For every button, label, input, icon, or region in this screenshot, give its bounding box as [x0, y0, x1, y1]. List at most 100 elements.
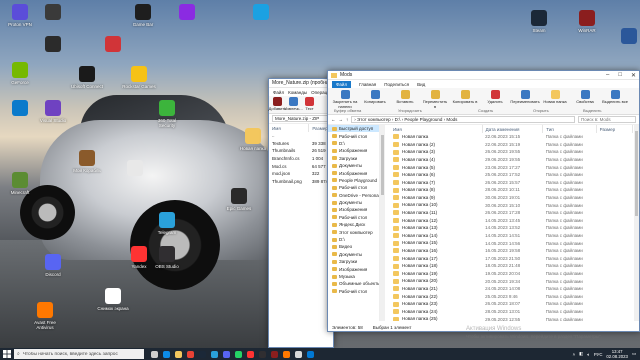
ribbon-button[interactable]: Удалить: [482, 90, 508, 105]
taskbar-yandex-button[interactable]: [244, 348, 256, 360]
taskbar-whatsapp-button[interactable]: [232, 348, 244, 360]
nav-item[interactable]: People Playground: [328, 177, 379, 184]
taskbar-search[interactable]: ⌕ Чтобы начать поиск, введите здесь запр…: [14, 349, 144, 359]
table-row[interactable]: Новая папка (18) 18.05.2023 21:48 Папка с …: [390, 262, 633, 270]
archive-row[interactable]: Thumbnails 26 519: [269, 147, 333, 155]
taskbar-winrar-button[interactable]: [268, 348, 280, 360]
table-row[interactable]: Новая папка (14) 14.05.2023 14:51 Папка с …: [390, 232, 633, 240]
ribbon-button[interactable]: Переместить в: [422, 90, 448, 109]
archive-row[interactable]: Mod.cs 64 577: [269, 162, 333, 170]
table-row[interactable]: Новая папка (13) 14.05.2023 13:52 Папка с …: [390, 224, 633, 232]
archive-menu-commands[interactable]: Команды: [288, 90, 307, 95]
nav-item[interactable]: Загрузки: [328, 155, 379, 162]
desktop-icon[interactable]: [170, 4, 204, 22]
close-icon[interactable]: ✕: [631, 72, 636, 79]
nav-item[interactable]: Изображения: [328, 169, 379, 176]
col-date[interactable]: Дата изменения: [482, 125, 544, 133]
ribbon-button[interactable]: Вставить: [392, 90, 418, 105]
ribbon-button[interactable]: Новая папка: [542, 90, 568, 105]
table-row[interactable]: Новая папка (3) 26.06.2023 19:55 Папка с ф…: [390, 148, 633, 156]
archive-row[interactable]: Thumbnail.png 389 874: [269, 178, 333, 186]
col-name[interactable]: Имя: [390, 125, 483, 133]
desktop-icon[interactable]: Discord: [36, 254, 70, 277]
ribbon-button[interactable]: Копировать: [362, 90, 388, 105]
archive-extract-button[interactable]: Извлечь...: [284, 97, 303, 112]
nav-item[interactable]: Рабочий стол: [328, 184, 379, 191]
ribbon-button[interactable]: Переименовать: [510, 90, 540, 105]
chevron-up-icon[interactable]: ˄: [573, 352, 576, 357]
clock[interactable]: 13:47 02.08.2023: [606, 349, 628, 359]
ribbon-button[interactable]: Выделить все: [602, 90, 628, 105]
tab-file[interactable]: Файл: [332, 80, 352, 88]
col-type[interactable]: Тип: [542, 125, 597, 133]
desktop-icon[interactable]: GeForce: [3, 62, 37, 85]
archive-window[interactable]: More_Nature.zip (пробная копия) Файл Ком…: [268, 78, 334, 348]
desktop-icon[interactable]: Avast Free Antivirus: [28, 302, 62, 330]
table-row[interactable]: Новая папка (4) 29.06.2023 19:55 Папка с ф…: [390, 156, 633, 164]
table-row[interactable]: Новая папка (5) 23.06.2023 17:27 Папка с ф…: [390, 163, 633, 171]
table-row[interactable]: Новая папка (6) 25.06.2023 17:52 Папка с ф…: [390, 171, 633, 179]
desktop-icon[interactable]: Steam: [522, 10, 556, 33]
desktop-icon[interactable]: [36, 4, 70, 22]
tab-share[interactable]: Поделиться: [384, 82, 409, 87]
network-icon[interactable]: ◧: [579, 351, 583, 357]
desktop-icon[interactable]: Ubisoft Connect: [70, 66, 104, 89]
archive-path-bar[interactable]: More_Nature.zip - ZIP: [269, 114, 333, 124]
nav-item[interactable]: Видео: [328, 243, 379, 250]
table-row[interactable]: Новая папка (9) 30.06.2023 19:01 Папка с ф…: [390, 194, 633, 202]
file-list-scrollbar[interactable]: [634, 125, 639, 321]
start-button[interactable]: [0, 348, 14, 360]
archive-titlebar[interactable]: More_Nature.zip (пробная копия): [269, 79, 333, 88]
col-size[interactable]: Размер: [596, 125, 633, 133]
taskbar-people-playground-button[interactable]: [292, 348, 304, 360]
nav-item[interactable]: Изображения: [328, 265, 379, 272]
table-row[interactable]: Новая папка (19) 19.05.2023 20:04 Папка с …: [390, 270, 633, 278]
table-row[interactable]: Новая папка (10) 30.06.2023 15:10 Папка с …: [390, 201, 633, 209]
nav-item[interactable]: D:\: [328, 140, 379, 147]
table-row[interactable]: Новая папка 22.06.2023 15:15 Папка с файла…: [390, 133, 633, 141]
table-row[interactable]: Новая папка (25) 29.05.2023 12:55 Папка с …: [390, 315, 633, 321]
desktop-icon[interactable]: [244, 4, 278, 22]
archive-path[interactable]: More_Nature.zip - ZIP: [272, 115, 330, 122]
table-row[interactable]: Новая папка (16) 16.05.2023 19:58 Папка с …: [390, 247, 633, 255]
nav-item[interactable]: OneDrive - Personal: [328, 192, 379, 199]
taskbar-steam-button[interactable]: [196, 348, 208, 360]
table-row[interactable]: Новая папка (12) 14.05.2023 13:45 Папка с …: [390, 217, 633, 225]
archive-row[interactable]: ..: [269, 132, 333, 140]
nav-item[interactable]: Изображения: [328, 147, 379, 154]
taskbar-edge-button[interactable]: [160, 348, 172, 360]
archive-row[interactable]: Textures 39 338: [269, 140, 333, 148]
desktop-icon[interactable]: [612, 28, 640, 46]
minimize-icon[interactable]: –: [606, 72, 609, 79]
desktop-icon[interactable]: Telegram: [150, 212, 184, 235]
taskbar-store-button[interactable]: [304, 348, 316, 360]
tab-view[interactable]: Вид: [417, 82, 425, 87]
tab-home[interactable]: Главная: [359, 82, 376, 87]
nav-item[interactable]: Изображения: [328, 206, 379, 213]
desktop-icon[interactable]: Visual Studio: [36, 100, 70, 123]
desktop-icon[interactable]: Proton VPN: [3, 4, 37, 27]
desktop-icon[interactable]: Minecraft: [3, 172, 37, 195]
navigation-scrollbar[interactable]: [380, 125, 385, 321]
explorer-titlebar[interactable]: Mods – □ ✕: [328, 71, 639, 80]
table-row[interactable]: Новая папка (23) 26.05.2023 18:07 Папка с …: [390, 300, 633, 308]
taskbar-chrome-button[interactable]: [184, 348, 196, 360]
table-row[interactable]: Новая папка (20) 20.05.2023 19:34 Папка с …: [390, 277, 633, 285]
nav-item[interactable]: Загрузки: [328, 258, 379, 265]
archive-test-button[interactable]: Тест: [302, 97, 317, 112]
archive-row[interactable]: BranchInfo.cs 1 004: [269, 155, 333, 163]
address-path[interactable]: › Этот компьютер › D:\ › People Playgrou…: [351, 116, 575, 123]
nav-item[interactable]: Яндекс.Диск: [328, 221, 379, 228]
desktop-icon[interactable]: Rockstar Games: [122, 66, 156, 89]
explorer-window[interactable]: Mods – □ ✕ Файл Главная Поделиться Вид З…: [327, 70, 640, 332]
table-row[interactable]: Новая папка (11) 26.06.2023 17:28 Папка с …: [390, 209, 633, 217]
desktop-icon[interactable]: Новая папка: [236, 128, 270, 151]
archive-add-button[interactable]: Добавить: [269, 97, 286, 112]
volume-icon[interactable]: 🔈︎: [587, 352, 590, 357]
desktop-icon[interactable]: 360 Total Security: [150, 100, 184, 128]
ribbon-button[interactable]: Копировать в: [452, 90, 478, 105]
nav-item[interactable]: Объемные объекты: [328, 280, 379, 287]
desktop-icon[interactable]: Мой Корабль: [70, 150, 104, 173]
desktop-icon[interactable]: Epic Games: [222, 188, 256, 211]
desktop-icon[interactable]: Снимок экрана: [96, 288, 130, 311]
